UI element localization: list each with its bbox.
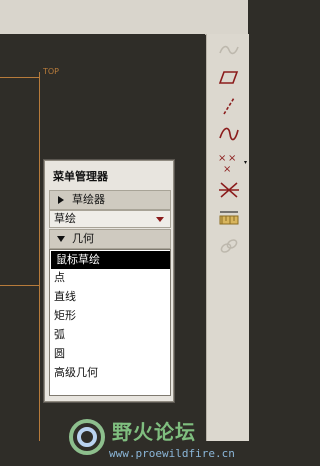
points-tool[interactable]: × × × [216,150,250,174]
menu-manager-title: 菜单管理器 [53,170,108,183]
link-icon [220,239,238,253]
spline-tool[interactable] [216,38,242,62]
sketcher-section[interactable]: 草绘器 [49,190,171,210]
parallelogram-tool[interactable] [216,66,242,90]
dimension-tool[interactable] [216,206,242,230]
menu-item-rectangle[interactable]: 矩形 [50,308,170,324]
link-tool[interactable] [216,234,242,258]
watermark-url: www.proewildfire.cn [109,447,235,460]
menu-item-line[interactable]: 直线 [50,289,170,305]
wave-icon [219,127,239,141]
watermark: 野火论坛 www.proewildfire.cn [64,416,235,466]
dropdown-value: 草绘 [54,212,76,225]
dimension-icon [219,211,239,225]
svg-text:×: × [228,153,236,164]
spline-icon [219,45,239,55]
line-icon [223,97,235,115]
menu-item-mouse-sketch[interactable]: 鼠标草绘 [51,251,170,269]
svg-text:×: × [218,153,226,164]
menu-item-point[interactable]: 点 [50,270,170,286]
wave-tool[interactable] [216,122,242,146]
chevron-down-icon [156,217,164,222]
geometry-section[interactable]: 几何 [49,229,171,249]
cross-icon [219,182,239,198]
points-icon: × × × [218,153,247,174]
sketch-toolbar: × × × [206,34,249,441]
menu-item-circle[interactable]: 圆 [50,346,170,362]
sketch-mode-dropdown[interactable]: 草绘 [49,210,171,228]
geometry-menu-list: 鼠标草绘 点 直线 矩形 弧 圆 高级几何 [49,249,171,396]
datum-line-horizontal-top [0,77,40,78]
sketcher-section-label: 草绘器 [72,193,105,206]
expand-right-icon [58,196,64,204]
datum-line-horizontal-bottom [0,285,40,286]
top-toolbar-area [0,0,248,35]
svg-text:×: × [223,164,231,174]
cross-tool[interactable] [216,178,242,202]
watermark-logo-icon [69,419,105,455]
line-tool[interactable] [216,94,242,118]
expand-down-icon [57,236,65,242]
parallelogram-icon [218,71,239,84]
datum-line-vertical [39,72,40,441]
menu-manager-panel: 菜单管理器 草绘器 草绘 几何 鼠标草绘 点 直线 矩形 弧 圆 高级几何 [44,160,174,402]
menu-item-advanced-geometry[interactable]: 高级几何 [50,365,170,381]
top-view-label: TOP [43,67,60,76]
menu-item-arc[interactable]: 弧 [50,327,170,343]
geometry-section-label: 几何 [72,232,94,245]
